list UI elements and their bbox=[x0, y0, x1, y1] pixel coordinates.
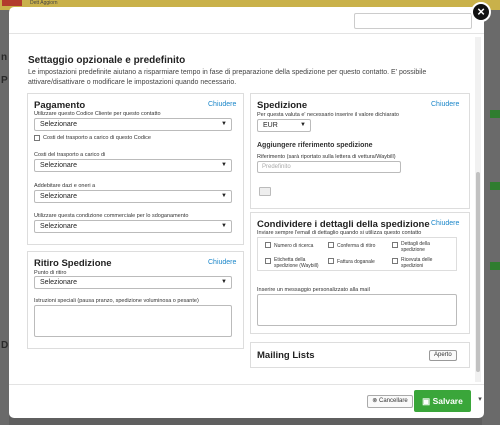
background-green-tag bbox=[490, 110, 500, 118]
option-label: Fattura doganale bbox=[337, 259, 375, 265]
customer-code-label: Utilizzare questo Codice Cliente per que… bbox=[34, 111, 161, 117]
duties-label: Addebitare dazi e oneri a bbox=[34, 183, 96, 189]
background-right-strip bbox=[482, 10, 500, 425]
spedizione-title: Spedizione bbox=[257, 100, 308, 111]
save-icon: ▣ bbox=[422, 396, 431, 406]
chevron-down-icon[interactable]: ▾ bbox=[475, 390, 484, 410]
special-instructions-label: Istruzioni speciali (pausa pranzo, spedi… bbox=[34, 298, 199, 304]
currency-label: Per questa valuta e' necessario inserire… bbox=[257, 112, 399, 118]
duties-value: Selezionare bbox=[40, 193, 77, 200]
modal-description: Le impostazioni predefinite aiutano a ri… bbox=[28, 69, 427, 86]
currency-select[interactable]: EUR ▼ bbox=[257, 119, 311, 132]
modal-scrollbar-thumb[interactable] bbox=[476, 172, 480, 372]
transport-cost-checkbox-label: Costi del trasporto a carico di questo C… bbox=[43, 135, 151, 141]
chevron-down-icon: ▼ bbox=[221, 223, 227, 229]
reference-heading: Aggiungere riferimento spedizione bbox=[257, 142, 373, 149]
pickup-point-select[interactable]: Selezionare ▼ bbox=[34, 276, 232, 289]
pagamento-panel: Pagamento Chiudere Utilizzare questo Cod… bbox=[27, 93, 244, 245]
condividere-close-link[interactable]: Chiudere bbox=[431, 220, 459, 227]
pagamento-close-link[interactable]: Chiudere bbox=[208, 101, 236, 108]
chevron-down-icon: ▼ bbox=[221, 193, 227, 199]
background-green-tag bbox=[490, 182, 500, 190]
background-logo bbox=[2, 0, 22, 6]
save-button[interactable]: ▣ Salvare bbox=[414, 390, 471, 412]
option-label: Dettagli della spedizione bbox=[401, 241, 430, 253]
ritiro-title: Ritiro Spedizione bbox=[34, 258, 112, 269]
option-checkbox-tracking[interactable] bbox=[265, 242, 271, 248]
condividere-panel: Condividere i dettagli della spedizione … bbox=[250, 212, 470, 334]
option-checkbox-invoice[interactable] bbox=[328, 258, 334, 264]
cancel-icon: ⊗ bbox=[372, 398, 378, 404]
background-text-fragment: D bbox=[1, 340, 9, 351]
cancel-button-label: Cancellare bbox=[379, 398, 408, 404]
ritiro-panel: Ritiro Spedizione Chiudere Punto di riti… bbox=[27, 251, 244, 349]
custom-message-textarea[interactable] bbox=[257, 294, 457, 326]
customer-code-select[interactable]: Selezionare ▼ bbox=[34, 118, 232, 131]
condividere-title: Condividere i dettagli della spedizione bbox=[257, 219, 430, 230]
add-reference-button[interactable] bbox=[259, 187, 271, 196]
chevron-down-icon: ▼ bbox=[221, 162, 227, 168]
transport-cost-label: Costi del trasporto a carico di bbox=[34, 152, 106, 158]
customs-label: Utilizzare questa condizione commerciale… bbox=[34, 213, 189, 219]
settings-modal: Settaggio opzionale e predefinito Le imp… bbox=[9, 7, 484, 418]
transport-cost-checkbox[interactable] bbox=[34, 135, 40, 141]
condividere-subtitle: Inviare sempre l'email di dettaglio quan… bbox=[257, 230, 422, 236]
transport-cost-value: Selezionare bbox=[40, 162, 77, 169]
close-icon[interactable]: × bbox=[471, 2, 491, 22]
cancel-button[interactable]: ⊗ Cancellare bbox=[367, 395, 413, 408]
reference-label: Riferimento (sarà riportato sulla letter… bbox=[257, 154, 396, 160]
background-text-fragment: n bbox=[1, 52, 8, 63]
background-menu-text: Dett Aggiorn bbox=[30, 0, 58, 6]
spedizione-close-link[interactable]: Chiudere bbox=[431, 101, 459, 108]
chevron-down-icon: ▼ bbox=[221, 279, 227, 285]
chevron-down-icon: ▼ bbox=[221, 121, 227, 127]
customer-code-value: Selezionare bbox=[40, 121, 77, 128]
mailing-lists-panel[interactable]: Mailing Lists Aperto bbox=[250, 342, 470, 368]
mailing-lists-title: Mailing Lists bbox=[257, 350, 315, 361]
ritiro-close-link[interactable]: Chiudere bbox=[208, 259, 236, 266]
header-divider bbox=[9, 33, 484, 34]
modal-title: Settaggio opzionale e predefinito bbox=[28, 55, 186, 66]
currency-value: EUR bbox=[263, 122, 278, 129]
option-checkbox-details[interactable] bbox=[392, 242, 398, 248]
option-label: Etichetta della spedizione (Waybill) bbox=[274, 257, 319, 269]
chevron-down-icon: ▼ bbox=[300, 122, 306, 128]
pickup-point-value: Selezionare bbox=[40, 279, 77, 286]
duties-select[interactable]: Selezionare ▼ bbox=[34, 190, 232, 203]
transport-cost-select[interactable]: Selezionare ▼ bbox=[34, 159, 232, 172]
option-checkbox-receipt[interactable] bbox=[392, 258, 398, 264]
footer-divider bbox=[9, 384, 484, 385]
option-label: Ricevuta delle spedizioni bbox=[401, 257, 433, 269]
special-instructions-textarea[interactable] bbox=[34, 305, 232, 337]
spedizione-panel: Spedizione Chiudere Per questa valuta e'… bbox=[250, 93, 470, 209]
pagamento-title: Pagamento bbox=[34, 100, 86, 111]
top-field[interactable] bbox=[354, 13, 472, 29]
option-checkbox-label[interactable] bbox=[265, 258, 271, 264]
option-checkbox-pickup[interactable] bbox=[328, 242, 334, 248]
background-text-fragment: P bbox=[1, 75, 8, 86]
reference-input[interactable]: Predefinito bbox=[257, 161, 401, 173]
customs-value: Selezionare bbox=[40, 223, 77, 230]
custom-message-label: Inserire un messaggio personalizzato all… bbox=[257, 287, 370, 293]
option-label: Conferma di ritiro bbox=[337, 243, 376, 249]
option-label: Numero di ricerca bbox=[274, 243, 314, 249]
background-green-tag bbox=[490, 262, 500, 270]
save-button-label: Salvare bbox=[432, 396, 463, 406]
mailing-lists-status-badge[interactable]: Aperto bbox=[429, 350, 457, 361]
customs-select[interactable]: Selezionare ▼ bbox=[34, 220, 232, 233]
background-left-strip bbox=[0, 10, 9, 425]
